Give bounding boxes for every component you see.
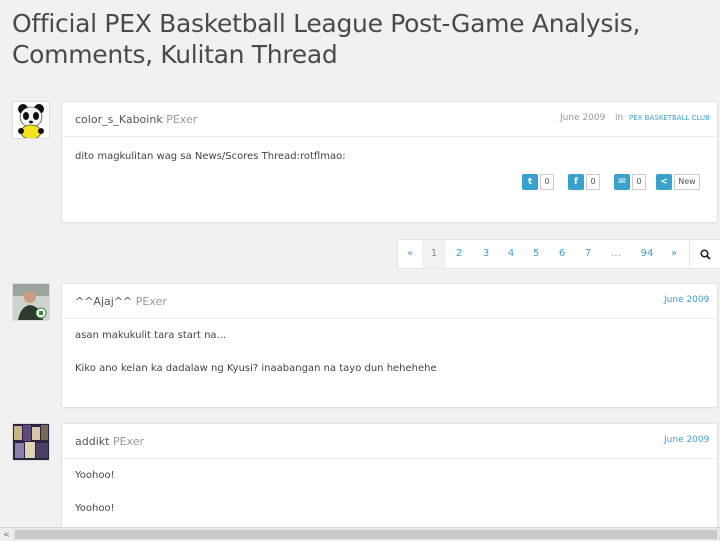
post-header: addikt PExer June 2009 bbox=[62, 424, 717, 459]
post-card: color_s_Kaboink PExer June 2009 in PEX B… bbox=[61, 101, 718, 223]
avatar[interactable] bbox=[12, 283, 50, 321]
user-collage-avatar-icon bbox=[13, 424, 49, 460]
post-text: dito magkulitan wag sa News/Scores Threa… bbox=[75, 151, 346, 162]
share-count: 0 bbox=[540, 174, 554, 190]
avatar[interactable] bbox=[12, 101, 50, 139]
post-body: dito magkulitan wag sa News/Scores Threa… bbox=[62, 137, 717, 162]
share-count: 0 bbox=[586, 174, 600, 190]
share-count: New bbox=[674, 174, 700, 190]
post-body: Yoohoo! Yoohoo! bbox=[62, 459, 717, 514]
scroll-left-icon[interactable]: < bbox=[0, 528, 13, 541]
post-date[interactable]: June 2009 bbox=[664, 295, 709, 305]
search-icon[interactable] bbox=[689, 240, 720, 268]
post-text: Yoohoo! bbox=[75, 503, 115, 514]
page-1[interactable]: 1 bbox=[422, 240, 446, 268]
post-author[interactable]: addikt PExer bbox=[75, 435, 144, 448]
share-count: 0 bbox=[632, 174, 646, 190]
thread-title: Official PEX Basketball League Post-Game… bbox=[12, 9, 641, 69]
page-7[interactable]: 7 bbox=[576, 240, 600, 268]
post-header: ^^Ajaj^^ PExer June 2009 bbox=[62, 284, 717, 319]
page-94[interactable]: 94 bbox=[635, 240, 659, 268]
page-4[interactable]: 4 bbox=[499, 240, 523, 268]
pagination: « 1 2 3 4 5 6 7 … 94 » bbox=[397, 239, 720, 269]
page-5[interactable]: 5 bbox=[524, 240, 548, 268]
twitter-icon: t bbox=[522, 174, 538, 190]
page-next[interactable]: » bbox=[662, 240, 686, 268]
author-role: PExer bbox=[166, 113, 198, 126]
scrollbar-thumb[interactable] bbox=[15, 530, 717, 539]
user-photo-avatar-icon bbox=[13, 284, 49, 320]
post-date[interactable]: June 2009 bbox=[560, 113, 605, 123]
post-card: ^^Ajaj^^ PExer June 2009 asan makukulit … bbox=[61, 283, 718, 408]
post-card: addikt PExer June 2009 Yoohoo! Yoohoo! bbox=[61, 423, 718, 529]
in-label: in bbox=[615, 113, 624, 123]
category-link[interactable]: PEX BASKETBALL CLUB bbox=[629, 114, 710, 122]
email-icon: ✉ bbox=[614, 174, 630, 190]
author-name[interactable]: addikt bbox=[75, 435, 109, 448]
author-role: PExer bbox=[112, 435, 144, 448]
post-text: Kiko ano kelan ka dadalaw ng Kyusi? inaa… bbox=[75, 363, 437, 374]
avatar[interactable] bbox=[12, 423, 50, 461]
post-header: color_s_Kaboink PExer June 2009 in PEX B… bbox=[62, 102, 717, 137]
post-text: asan makukulit tara start na... bbox=[75, 330, 227, 341]
panda-avatar-icon bbox=[13, 102, 49, 138]
page-6[interactable]: 6 bbox=[550, 240, 574, 268]
page-3[interactable]: 3 bbox=[474, 240, 498, 268]
page-prev[interactable]: « bbox=[398, 240, 422, 268]
share-icon: < bbox=[656, 174, 672, 190]
post-date[interactable]: June 2009 bbox=[664, 435, 709, 445]
horizontal-scrollbar[interactable]: < bbox=[0, 527, 720, 541]
facebook-icon: f bbox=[568, 174, 584, 190]
author-name[interactable]: ^^Ajaj^^ bbox=[75, 295, 132, 308]
post-body: asan makukulit tara start na... Kiko ano… bbox=[62, 319, 717, 374]
post-author[interactable]: ^^Ajaj^^ PExer bbox=[75, 295, 167, 308]
author-name[interactable]: color_s_Kaboink bbox=[75, 113, 163, 126]
author-role: PExer bbox=[135, 295, 167, 308]
post-text: Yoohoo! bbox=[75, 470, 115, 481]
page-2[interactable]: 2 bbox=[447, 240, 471, 268]
page-ellipsis: … bbox=[611, 248, 621, 259]
post-author[interactable]: color_s_Kaboink PExer bbox=[75, 113, 197, 126]
